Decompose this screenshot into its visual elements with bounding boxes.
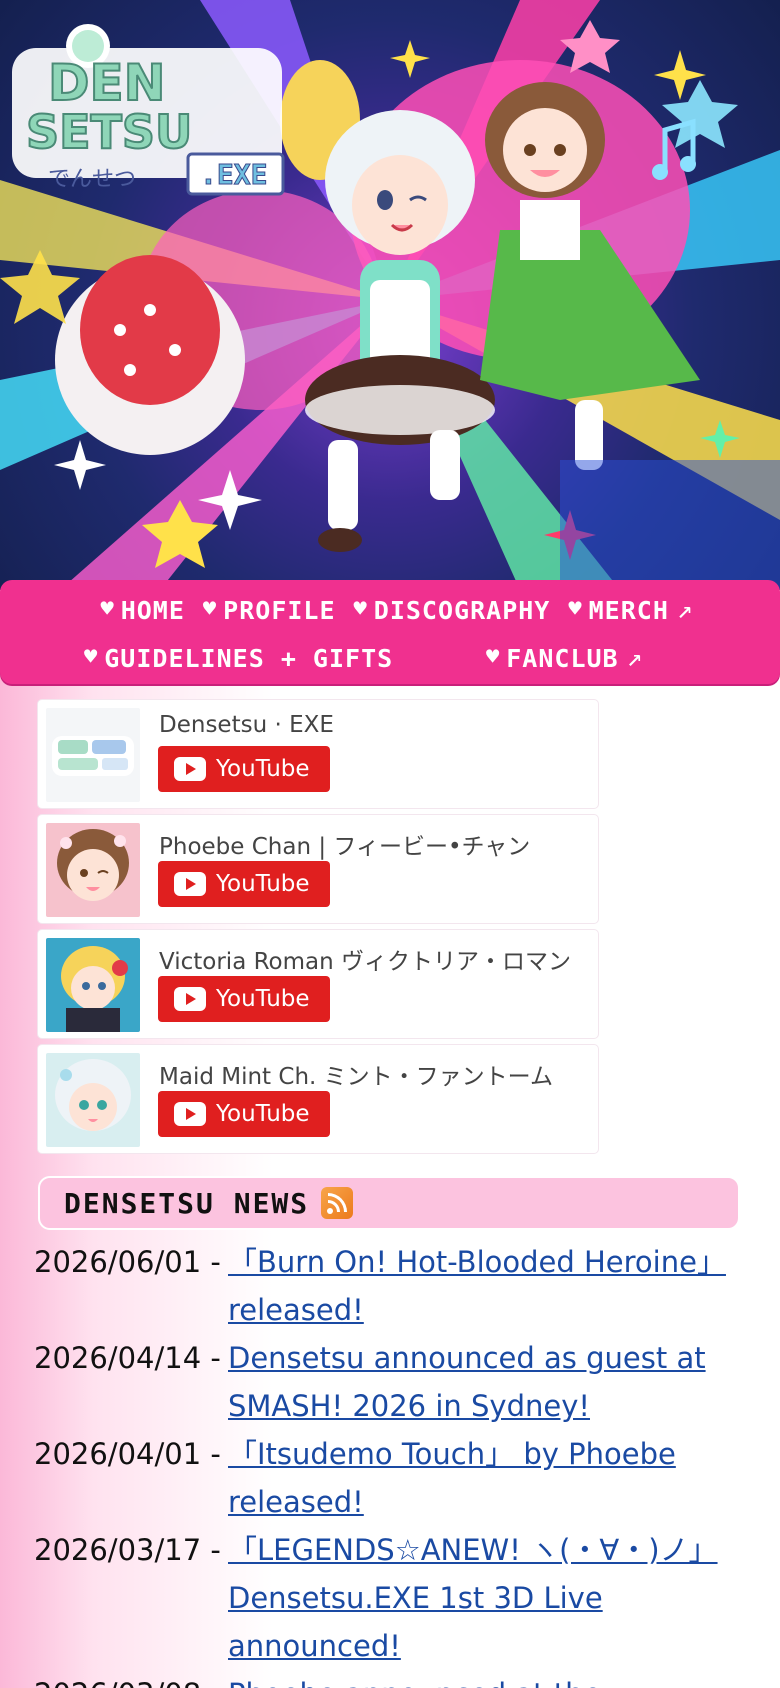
channel-card-phoebe: Phoebe Chan | フィービー•チャン YouTube bbox=[38, 815, 598, 923]
youtube-icon bbox=[174, 987, 206, 1011]
nav-home-label: HOME bbox=[120, 595, 185, 625]
channel-name: Maid Mint Ch. ミント・ファントーム bbox=[159, 1064, 553, 1090]
news-date: 2026/03/08 - bbox=[34, 1670, 228, 1688]
youtube-button-label: YouTube bbox=[216, 756, 310, 782]
youtube-icon bbox=[174, 872, 206, 896]
news-header: DENSETSU NEWS bbox=[38, 1176, 740, 1230]
nav-discography[interactable]: ♥ DISCOGRAPHY bbox=[354, 596, 551, 625]
nav-home[interactable]: ♥ HOME bbox=[100, 596, 184, 625]
youtube-button[interactable]: YouTube bbox=[158, 1091, 330, 1137]
news-item: 2026/03/17 - 「LEGENDS☆ANEW! ヽ(・∀・)ノ」 Den… bbox=[34, 1526, 764, 1670]
logo-line1: DEN bbox=[48, 54, 166, 112]
nav-guidelines-label: GUIDELINES + GIFTS bbox=[104, 643, 394, 673]
channel-card-mint: Maid Mint Ch. ミント・ファントーム YouTube bbox=[38, 1045, 598, 1153]
logo-kana: でんせつ bbox=[48, 167, 136, 192]
youtube-button-label: YouTube bbox=[216, 986, 310, 1012]
nav-merch-label: MERCH bbox=[588, 595, 669, 625]
victoria-avatar-image bbox=[46, 938, 140, 1032]
nav-fanclub[interactable]: ♥ FANCLUB ↗ bbox=[486, 643, 643, 673]
news-item: 2026/04/01 - 「Itsudemo Touch」 by Phoebe … bbox=[34, 1430, 764, 1526]
nav-fanclub-label: FANCLUB bbox=[506, 643, 619, 673]
heart-icon: ♥ bbox=[486, 645, 501, 670]
main-nav: ♥ HOME ♥ PROFILE ♥ DISCOGRAPHY ♥ MERCH ↗… bbox=[0, 580, 780, 684]
channel-name: Densetsu · EXE bbox=[159, 712, 334, 738]
youtube-icon bbox=[174, 1102, 206, 1126]
hero-artwork: DEN SETSU でんせつ .EXE bbox=[0, 0, 780, 590]
nav-profile[interactable]: ♥ PROFILE bbox=[203, 596, 336, 625]
densetsu-logo-thumb bbox=[46, 708, 140, 802]
heart-icon: ♥ bbox=[100, 597, 115, 622]
nav-discography-label: DISCOGRAPHY bbox=[373, 595, 551, 625]
logo-line2: SETSU bbox=[26, 105, 192, 159]
channel-name: Victoria Roman ヴィクトリア・ロマン bbox=[159, 949, 572, 975]
nav-row-1: ♥ HOME ♥ PROFILE ♥ DISCOGRAPHY ♥ MERCH ↗ bbox=[0, 588, 780, 632]
heart-icon: ♥ bbox=[84, 645, 99, 670]
youtube-button-label: YouTube bbox=[216, 871, 310, 897]
channel-card-densetsu: Densetsu · EXE YouTube bbox=[38, 700, 598, 808]
news-link[interactable]: 「Burn On! Hot-Blooded Heroine」 released! bbox=[228, 1238, 738, 1334]
nav-profile-label: PROFILE bbox=[223, 595, 336, 625]
phoebe-avatar-image bbox=[46, 823, 140, 917]
channel-avatar[interactable] bbox=[46, 708, 140, 802]
logo-badge: .EXE bbox=[200, 158, 267, 191]
nav-guidelines-gifts[interactable]: ♥ GUIDELINES + GIFTS bbox=[84, 644, 393, 673]
channel-avatar[interactable] bbox=[46, 823, 140, 917]
channel-card-victoria: Victoria Roman ヴィクトリア・ロマン YouTube bbox=[38, 930, 598, 1038]
news-date: 2026/03/17 - bbox=[34, 1533, 221, 1567]
channel-name: Phoebe Chan | フィービー•チャン bbox=[159, 834, 531, 860]
page: DEN SETSU でんせつ .EXE ♥ HOME ♥ PROFILE ♥ D… bbox=[0, 0, 780, 1688]
heart-icon: ♥ bbox=[202, 597, 218, 622]
external-link-icon: ↗ bbox=[676, 595, 694, 625]
mint-avatar-image bbox=[46, 1053, 140, 1147]
youtube-button[interactable]: YouTube bbox=[158, 861, 330, 907]
news-date: 2026/04/01 - bbox=[34, 1437, 221, 1471]
news-link[interactable]: Densetsu announced as guest at SMASH! 20… bbox=[228, 1334, 738, 1430]
densetsu-logo[interactable]: DEN SETSU でんせつ .EXE bbox=[8, 18, 303, 198]
youtube-button-label: YouTube bbox=[216, 1101, 310, 1127]
news-link[interactable]: 「LEGENDS☆ANEW! ヽ(・∀・)ノ」 Densetsu.EXE 1st… bbox=[228, 1526, 738, 1670]
channel-list: Densetsu · EXE YouTube Phoebe Chan | フィー… bbox=[38, 700, 598, 1160]
news-title: DENSETSU NEWS bbox=[64, 1186, 310, 1220]
channel-avatar[interactable] bbox=[46, 1053, 140, 1147]
heart-icon: ♥ bbox=[568, 597, 583, 622]
news-link[interactable]: Phoebe announced at the bbox=[228, 1670, 738, 1688]
news-date: 2026/04/14 - bbox=[34, 1341, 221, 1375]
nav-row-2: ♥ GUIDELINES + GIFTS ♥ FANCLUB ↗ bbox=[0, 636, 780, 680]
youtube-icon bbox=[174, 757, 206, 781]
youtube-button[interactable]: YouTube bbox=[158, 746, 330, 792]
news-item: 2026/06/01 - 「Burn On! Hot-Blooded Heroi… bbox=[34, 1238, 764, 1334]
heart-icon: ♥ bbox=[353, 597, 368, 622]
news-list: 2026/06/01 - 「Burn On! Hot-Blooded Heroi… bbox=[34, 1238, 764, 1688]
news-item: 2026/04/14 - Densetsu announced as guest… bbox=[34, 1334, 764, 1430]
logo-graphic: DEN SETSU でんせつ .EXE bbox=[12, 24, 285, 196]
news-date: 2026/06/01 - bbox=[34, 1245, 221, 1279]
nav-merch[interactable]: ♥ MERCH ↗ bbox=[568, 595, 693, 625]
channel-avatar[interactable] bbox=[46, 938, 140, 1032]
news-item: 2026/03/08 - Phoebe announced at the bbox=[34, 1670, 764, 1688]
youtube-button[interactable]: YouTube bbox=[158, 976, 330, 1022]
external-link-icon: ↗ bbox=[626, 643, 644, 673]
news-link[interactable]: 「Itsudemo Touch」 by Phoebe released! bbox=[228, 1430, 738, 1526]
rss-icon[interactable] bbox=[321, 1187, 354, 1219]
